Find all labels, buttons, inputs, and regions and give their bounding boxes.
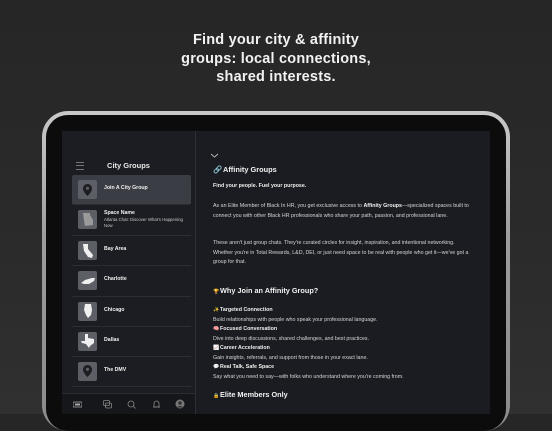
sidebar-item-chicago[interactable]: Chicago <box>72 297 191 327</box>
bottom-tab-bar <box>62 393 195 414</box>
sidebar-item-label: Join A City Group <box>104 185 148 191</box>
benefit-title: 📈Career Acceleration <box>213 345 270 351</box>
marketing-headline: Find your city & affinity groups: local … <box>0 31 552 87</box>
sidebar-item-label: The DMV <box>104 366 127 373</box>
elite-members-heading-text: Elite Members Only <box>220 390 288 399</box>
sidebar-item-join-city-group[interactable]: Join A City Group <box>72 175 191 206</box>
sidebar-item-dallas[interactable]: Dallas <box>72 327 191 357</box>
elite-members-heading: 🔒Elite Members Only <box>213 390 288 399</box>
california-map-icon <box>78 241 97 261</box>
benefit-title: 💬Real Talk, Safe Space <box>213 364 274 370</box>
trophy-icon: 🏆 <box>213 289 220 295</box>
sidebar-item-charlotte[interactable]: Charlotte <box>72 266 191 297</box>
link-icon: 🔗 <box>213 165 223 174</box>
chevron-down-icon[interactable] <box>210 145 219 158</box>
home-icon[interactable] <box>72 399 82 409</box>
description-paragraph: These aren't just group chats. They're c… <box>213 240 469 266</box>
chart-icon: 📈 <box>213 345 220 351</box>
search-icon[interactable] <box>126 399 136 409</box>
sidebar-item-label: Bay Area <box>104 246 127 253</box>
georgia-map-icon <box>78 210 97 230</box>
sidebar-item-subtitle: Atlanta Chat: Discover What's Happening … <box>104 217 183 228</box>
page-title: 🔗Affinity Groups <box>213 165 277 174</box>
sidebar-item-the-dmv[interactable]: The DMV <box>72 357 191 388</box>
location-pin-icon <box>78 180 97 199</box>
sidebar-item-label: Charlotte <box>104 276 127 283</box>
city-groups-sidebar: City Groups Join A City Group Space Name… <box>62 131 196 414</box>
chat-icon[interactable] <box>102 399 112 409</box>
headline-line-3: shared interests. <box>216 69 336 85</box>
sidebar-item-label: Dallas <box>104 336 120 343</box>
sparkles-icon: ✨ <box>213 307 220 313</box>
intro-text-bold: Affinity Groups <box>363 203 402 209</box>
sidebar-item-label: Chicago <box>104 306 125 313</box>
benefit-title-text: Targeted Connection <box>220 307 273 313</box>
sidebar-item-space-name[interactable]: Space Name Atlanta Chat: Discover What's… <box>72 205 191 237</box>
app-screen: City Groups Join A City Group Space Name… <box>62 131 490 414</box>
headline-line-2: groups: local connections, <box>181 50 371 67</box>
sidebar-title: City Groups <box>107 161 150 170</box>
city-group-list: Join A City Group Space Name Atlanta Cha… <box>72 175 191 388</box>
avatar-icon[interactable] <box>175 399 185 409</box>
intro-text-a: As an Elite Member of Black In HR, you g… <box>213 203 364 209</box>
benefit-title: ✨Targeted Connection <box>213 307 273 313</box>
brain-icon: 🧠 <box>213 326 220 332</box>
why-join-heading: 🏆Why Join an Affinity Group? <box>213 286 318 295</box>
intro-paragraph: As an Elite Member of Black In HR, you g… <box>213 202 475 221</box>
benefit-text: Dive into deep discussions, shared chall… <box>213 336 370 342</box>
sidebar-item-label: Space Name <box>104 210 135 217</box>
lock-icon: 🔒 <box>213 393 220 399</box>
benefit-text: Build relationships with people who spea… <box>213 317 378 323</box>
benefit-title-text: Real Talk, Safe Space <box>220 364 275 370</box>
tagline: Find your people. Fuel your purpose. <box>213 183 307 189</box>
sidebar-header: City Groups <box>62 159 195 173</box>
bell-icon[interactable] <box>151 399 161 409</box>
north-carolina-map-icon <box>78 271 97 291</box>
affinity-groups-content: 🔗Affinity Groups Find your people. Fuel … <box>196 131 490 414</box>
sidebar-item-bay-area[interactable]: Bay Area <box>72 236 191 267</box>
benefit-title-text: Focused Conversation <box>220 326 278 332</box>
benefit-text: Say what you need to say—with folks who … <box>213 374 404 380</box>
benefit-text: Gain insights, referrals, and support fr… <box>213 355 368 361</box>
why-join-heading-text: Why Join an Affinity Group? <box>220 286 319 295</box>
speech-bubble-icon: 💬 <box>213 364 220 370</box>
illinois-map-icon <box>78 301 97 321</box>
texas-map-icon <box>78 331 97 351</box>
benefit-title: 🧠Focused Conversation <box>213 326 277 332</box>
location-pin-icon <box>78 361 97 381</box>
benefit-title-text: Career Acceleration <box>220 345 270 351</box>
page-title-text: Affinity Groups <box>223 165 277 174</box>
headline-line-1: Find your city & affinity <box>192 32 360 48</box>
